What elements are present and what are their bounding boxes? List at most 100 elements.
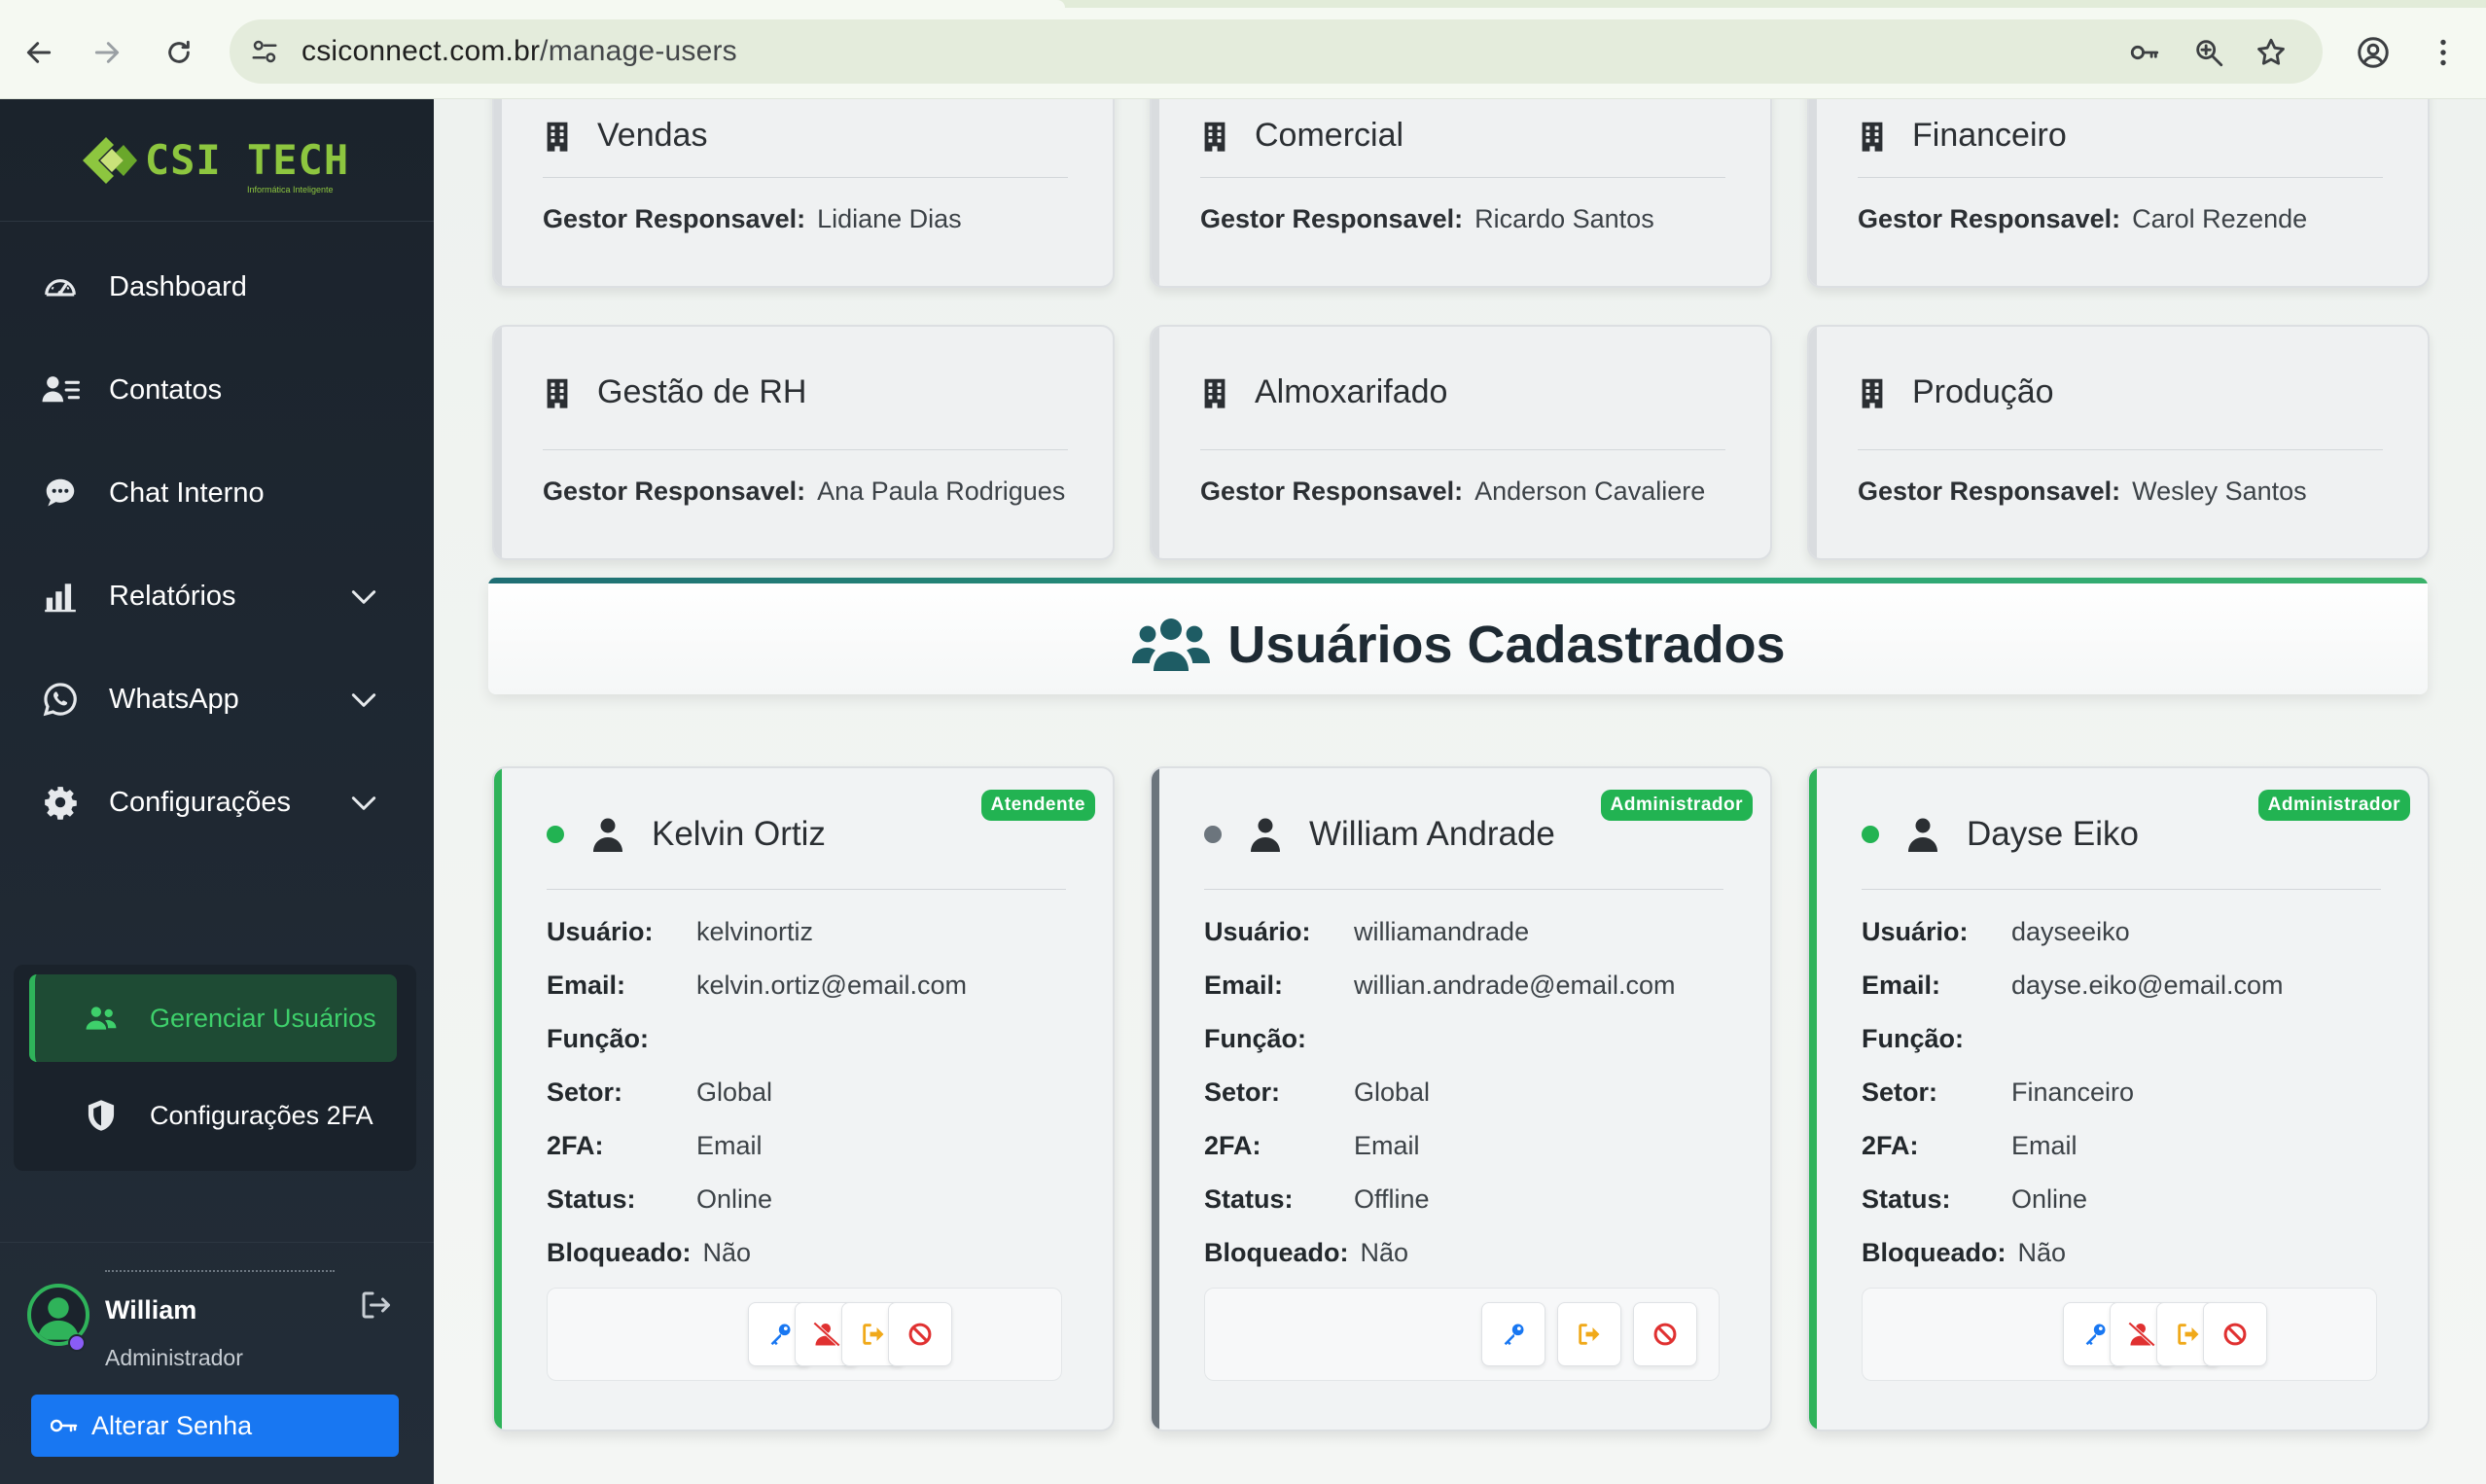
sector-card[interactable]: Almoxarifado Gestor Responsavel: Anderson… [1150, 325, 1772, 560]
back-button[interactable] [16, 29, 62, 76]
deactivate-user-button[interactable] [888, 1302, 952, 1366]
contacts-icon [41, 371, 80, 409]
manager-name: Anderson Cavaliere [1474, 477, 1706, 506]
building-icon [1858, 376, 1887, 409]
manager-label: Gestor Responsavel: [1858, 477, 2121, 506]
deactivate-user-button[interactable] [1633, 1302, 1697, 1366]
zoom-icon[interactable] [2192, 36, 2225, 69]
divider [105, 1270, 335, 1272]
deactivate-user-button[interactable] [2203, 1302, 2267, 1366]
sector-manager: Gestor Responsavel: Ricardo Santos [1200, 204, 1654, 234]
user-card[interactable]: Administrador Dayse Eiko Usuário: dayseei… [1807, 766, 2430, 1431]
sector-card[interactable]: Financeiro Gestor Responsavel: Carol Reze… [1807, 99, 2430, 288]
users-group-icon [1130, 615, 1212, 675]
sidebar: CSI TECH Informática Inteligente Dashboa… [0, 99, 434, 1484]
submenu-item-gerenciar-usuarios[interactable]: Gerenciar Usuários [29, 974, 397, 1062]
url-text[interactable]: csiconnect.com.br/manage-users [302, 35, 737, 68]
sector-card[interactable]: Produção Gestor Responsavel: Wesley Santo… [1807, 325, 2430, 560]
field-value: williamandrade [1354, 916, 1530, 946]
sidebar-item-configuracoes[interactable]: Configurações [0, 751, 434, 854]
sector-card[interactable]: Vendas Gestor Responsavel: Lidiane Dias [492, 99, 1115, 288]
submenu-item-configuracoes-2fa[interactable]: Configurações 2FA [29, 1072, 397, 1159]
url-path: /manage-users [540, 35, 737, 67]
field-sector: Setor: Global [1204, 1073, 1430, 1112]
logout-button[interactable] [356, 1286, 395, 1325]
person-icon [591, 816, 624, 853]
field-value: Financeiro [2011, 1077, 2135, 1107]
reload-button[interactable] [156, 29, 202, 76]
sidebar-item-whatsapp[interactable]: WhatsApp [0, 648, 434, 751]
whatsapp-icon [41, 680, 80, 719]
header-accent-bar [488, 578, 2428, 583]
change-password-button[interactable]: Alterar Senha [31, 1395, 399, 1457]
field-label: Usuário: [547, 916, 654, 946]
presence-indicator [547, 826, 564, 843]
logout-icon [863, 1324, 884, 1345]
force-logout-button[interactable] [1557, 1302, 1621, 1366]
address-bar[interactable]: csiconnect.com.br/manage-users [230, 19, 2323, 84]
manager-label: Gestor Responsavel: [1200, 204, 1464, 233]
field-value: Email [2011, 1130, 2078, 1160]
sector-title: Comercial [1255, 117, 1404, 154]
field-value: Global [1354, 1077, 1431, 1107]
change-password-label: Alterar Senha [91, 1410, 253, 1440]
field-2fa: 2FA: Email [1862, 1126, 2078, 1165]
sector-manager: Gestor Responsavel: Anderson Cavaliere [1200, 477, 1705, 507]
users-section-title: Usuários Cadastrados [1227, 616, 1786, 674]
key-icon [51, 1419, 78, 1432]
building-icon [543, 120, 572, 153]
sector-card[interactable]: Gestão de RH Gestor Responsavel: Ana Paul… [492, 325, 1115, 560]
logout-icon [2178, 1324, 2199, 1345]
manager-name: Ricardo Santos [1474, 204, 1654, 233]
field-email: Email: dayse.eiko@email.com [1862, 966, 2284, 1005]
forward-button[interactable] [84, 29, 130, 76]
sidebar-item-chat-interno[interactable]: Chat Interno [0, 442, 434, 545]
sidebar-item-dashboard[interactable]: Dashboard [0, 235, 434, 338]
sector-title: Produção [1912, 373, 2054, 410]
gear-icon [41, 783, 80, 822]
reload-icon [168, 40, 190, 63]
chevron-down-icon [351, 693, 376, 707]
field-label: Função: [547, 1023, 649, 1053]
configuracoes-submenu: Gerenciar Usuários Configurações 2FA [14, 965, 416, 1171]
user-card[interactable]: Administrador William Andrade Usuário: wi… [1150, 766, 1772, 1431]
field-label: Setor: [547, 1077, 623, 1107]
user-card[interactable]: Atendente Kelvin Ortiz Usuário: kelvinort… [492, 766, 1115, 1431]
field-function: Função: [1862, 1019, 2011, 1058]
divider [547, 889, 1066, 890]
manager-name: Carol Rezende [2132, 204, 2308, 233]
profile-icon [2358, 37, 2389, 68]
field-blocked: Bloqueado: Não [1862, 1233, 2066, 1272]
field-value: willian.andrade@email.com [1354, 970, 1676, 1000]
browser-menu-button[interactable] [2420, 29, 2467, 76]
field-label: 2FA: [547, 1130, 604, 1160]
card-accent-bar [494, 768, 502, 1430]
role-badge: Administrador [2257, 790, 2410, 821]
main-content: Vendas Gestor Responsavel: Lidiane Dias C… [434, 99, 2486, 1484]
divider [1858, 449, 2383, 450]
role-badge: Administrador [1600, 790, 1753, 821]
sector-card[interactable]: Comercial Gestor Responsavel: Ricardo San… [1150, 99, 1772, 288]
field-label: Bloqueado: [547, 1237, 692, 1267]
field-label: Bloqueado: [1204, 1237, 1349, 1267]
password-key-icon[interactable] [2128, 36, 2161, 69]
site-settings-icon[interactable] [247, 34, 282, 69]
sector-manager: Gestor Responsavel: Ana Paula Rodrigues [543, 477, 1065, 507]
sector-title: Gestão de RH [597, 373, 807, 410]
profile-button[interactable] [2350, 29, 2397, 76]
sidebar-item-contatos[interactable]: Contatos [0, 338, 434, 442]
field-function: Função: [547, 1019, 696, 1058]
reset-password-button[interactable] [1481, 1302, 1545, 1366]
sidebar-item-relatorios[interactable]: Relatórios [0, 545, 434, 648]
gauge-icon [41, 267, 80, 306]
arrow-right-icon [94, 42, 120, 63]
card-accent-bar [1809, 768, 1817, 1430]
bookmark-star-icon[interactable] [2255, 36, 2288, 69]
ban-icon [2223, 1323, 2247, 1346]
active-tab[interactable] [0, 0, 1065, 8]
field-label: Email: [547, 970, 626, 1000]
user-actions [1204, 1288, 1720, 1381]
sidebar-item-label: Chat Interno [109, 477, 265, 509]
user-name: Kelvin Ortiz [652, 815, 826, 853]
brand-logo[interactable]: CSI TECH Informática Inteligente [0, 99, 434, 222]
